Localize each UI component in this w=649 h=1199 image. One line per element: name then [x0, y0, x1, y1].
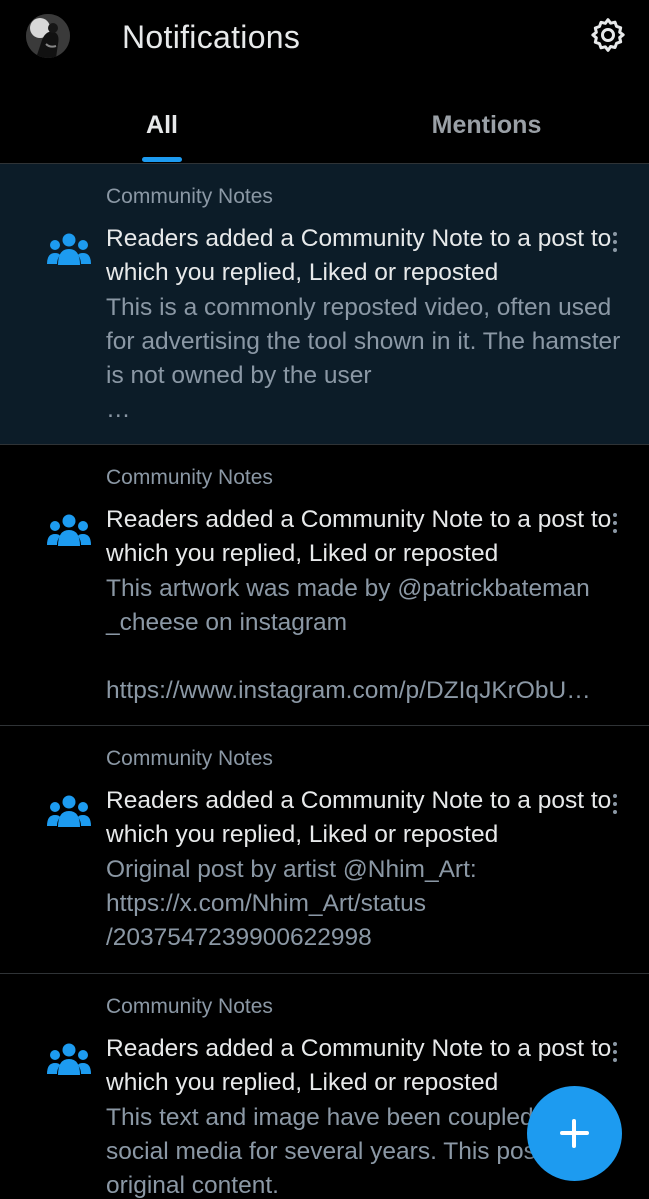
notification-headline: Readers added a Community Note to a post… [106, 506, 612, 567]
community-notes-icon [47, 1042, 91, 1076]
notification-headline: Readers added a Community Note to a post… [106, 787, 612, 848]
settings-gear-icon[interactable] [588, 15, 628, 55]
community-notes-icon [47, 513, 91, 547]
profile-avatar[interactable] [26, 14, 70, 58]
notification-headline: Readers added a Community Note to a post… [106, 225, 612, 286]
selected-tab-indicator [142, 157, 182, 162]
notification-item[interactable]: Community Notes Readers added a Communit… [0, 726, 649, 974]
tab-mentions[interactable]: Mentions [324, 90, 649, 163]
notification-tabs: All Mentions [0, 90, 649, 164]
avatar-image [26, 14, 70, 58]
notification-item[interactable]: Community Notes Readers added a Communit… [0, 164, 649, 445]
community-notes-icon [47, 794, 91, 828]
notification-source: Community Notes [106, 995, 273, 1018]
notification-source: Community Notes [106, 747, 273, 770]
tab-all[interactable]: All [0, 90, 324, 163]
notification-source: Community Notes [106, 185, 273, 208]
page-title: Notifications [122, 19, 301, 55]
notification-item[interactable]: Community Notes Readers added a Communit… [0, 445, 649, 726]
notification-body: This artwork was made by @patrickbateman… [106, 575, 591, 704]
notification-source: Community Notes [106, 466, 273, 489]
community-notes-icon [47, 232, 91, 266]
compose-plus-button[interactable] [527, 1086, 622, 1181]
notification-body: Original post by artist @Nhim_Art: https… [106, 856, 477, 951]
top-bar: Notifications [0, 0, 649, 76]
notification-headline: Readers added a Community Note to a post… [106, 1035, 612, 1096]
notification-body: This is a commonly reposted video, often… [106, 294, 621, 423]
